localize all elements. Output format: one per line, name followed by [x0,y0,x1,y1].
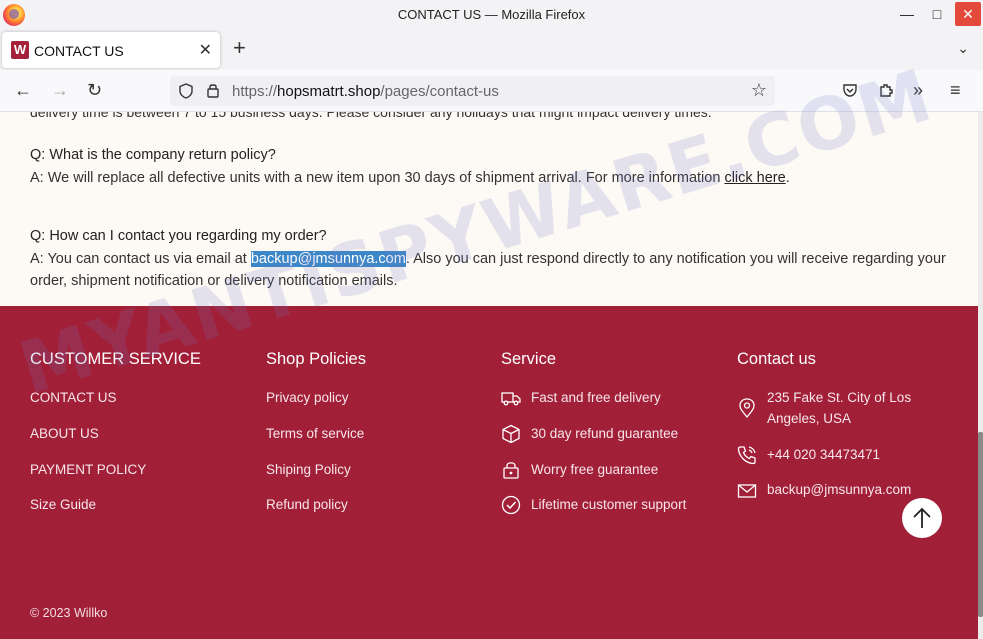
reload-icon[interactable]: ↻ [87,80,102,100]
site-footer: CUSTOMER SERVICE CONTACT US ABOUT US PAY… [0,306,978,639]
service-fast-delivery: Fast and free delivery [531,390,661,405]
footer-link-payment-policy[interactable]: PAYMENT POLICY [30,462,146,477]
lock-icon [503,462,519,479]
extensions-puzzle-icon[interactable] [878,82,894,98]
navigation-toolbar: ← → ↻ https://hopsmatrt.shop/pages/conta… [0,70,983,112]
pocket-icon[interactable] [842,82,858,98]
tracking-protection-shield-icon[interactable] [178,83,194,99]
footer-link-terms-of-service[interactable]: Terms of service [266,426,364,441]
service-refund-guarantee: 30 day refund guarantee [531,426,679,441]
bookmark-star-icon[interactable]: ☆ [751,80,767,101]
faq-answer-contact: A: You can contact us via email at backu… [30,248,960,292]
window-titlebar: CONTACT US — Mozilla Firefox — □ ✕ [0,0,983,30]
url-domain: hopsmatrt.shop [277,83,381,100]
faq-cut-off-text: delivery time is between 7 to 15 busines… [30,112,712,120]
envelope-icon [737,484,757,498]
page-scrollbar[interactable] [978,112,983,639]
click-here-link[interactable]: click here [724,170,785,186]
footer-link-shipping-policy[interactable]: Shiping Policy [266,462,351,477]
tab-label: CONTACT US [34,43,124,59]
contact-email[interactable]: backup@jmsunnya.com [767,482,911,497]
url-path: /pages/contact-us [380,83,499,100]
padlock-icon[interactable] [206,82,220,99]
scroll-to-top-button[interactable] [902,498,942,538]
faq-section: delivery time is between 7 to 15 busines… [0,112,983,306]
maximize-button[interactable]: □ [924,2,950,26]
contact-us-heading: Contact us [737,350,816,368]
scrollbar-thumb[interactable] [978,432,983,617]
footer-link-size-guide[interactable]: Size Guide [30,497,96,512]
arrow-up-icon [913,507,931,528]
shop-policies-heading: Shop Policies [266,350,366,368]
url-text: https://hopsmatrt.shop/pages/contact-us [232,83,499,100]
new-tab-button[interactable]: + [233,37,246,59]
copyright-text: © 2023 Willko [30,606,108,620]
faq-question-contact: Q: How can I contact you regarding my or… [30,228,327,244]
site-favicon-icon: W [11,41,29,59]
tab-strip: W CONTACT US ✕ + ⌄ [0,30,983,70]
window-title: CONTACT US — Mozilla Firefox [397,7,586,22]
service-worry-free: Worry free guarantee [531,462,659,477]
more-tools-chevron-icon[interactable]: » [913,80,923,100]
footer-link-contact-us[interactable]: CONTACT US [30,390,117,405]
url-scheme: https:// [232,83,278,100]
location-pin-icon [739,398,755,418]
close-window-button[interactable]: ✕ [955,2,981,26]
address-bar[interactable]: https://hopsmatrt.shop/pages/contact-us … [170,76,775,106]
faq-question-return-policy: Q: What is the company return policy? [30,147,276,163]
tab-contact-us[interactable]: W CONTACT US ✕ [2,32,220,68]
faq-answer-text: A: You can contact us via email at [30,251,251,267]
footer-link-refund-policy[interactable]: Refund policy [266,497,348,512]
service-heading: Service [501,350,557,368]
minimize-button[interactable]: — [894,2,920,26]
forward-arrow-icon[interactable]: → [51,80,69,100]
list-all-tabs-icon[interactable]: ⌄ [957,40,969,57]
check-circle-icon [501,495,521,515]
highlighted-email-link[interactable]: backup@jmsunnya.com [250,251,406,267]
faq-answer-return-policy: A: We will replace all defective units w… [30,167,960,189]
close-tab-icon[interactable]: ✕ [199,40,212,60]
service-lifetime-support: Lifetime customer support [531,497,687,512]
hamburger-menu-icon[interactable]: ≡ [950,80,961,100]
contact-phone[interactable]: +44 020 34473471 [767,447,880,462]
truck-icon [501,392,521,406]
faq-answer-text: A: We will replace all defective units w… [30,170,725,186]
contact-address-line2: Angeles, USA [767,411,852,426]
phone-icon [737,446,756,465]
contact-address-line1: 235 Fake St. City of Los [767,390,912,405]
customer-service-heading: CUSTOMER SERVICE [30,350,201,368]
box-icon [502,424,520,444]
footer-link-privacy-policy[interactable]: Privacy policy [266,390,349,405]
footer-link-about-us[interactable]: ABOUT US [30,426,99,441]
faq-answer-end: . [785,170,790,186]
back-arrow-icon[interactable]: ← [14,80,32,100]
